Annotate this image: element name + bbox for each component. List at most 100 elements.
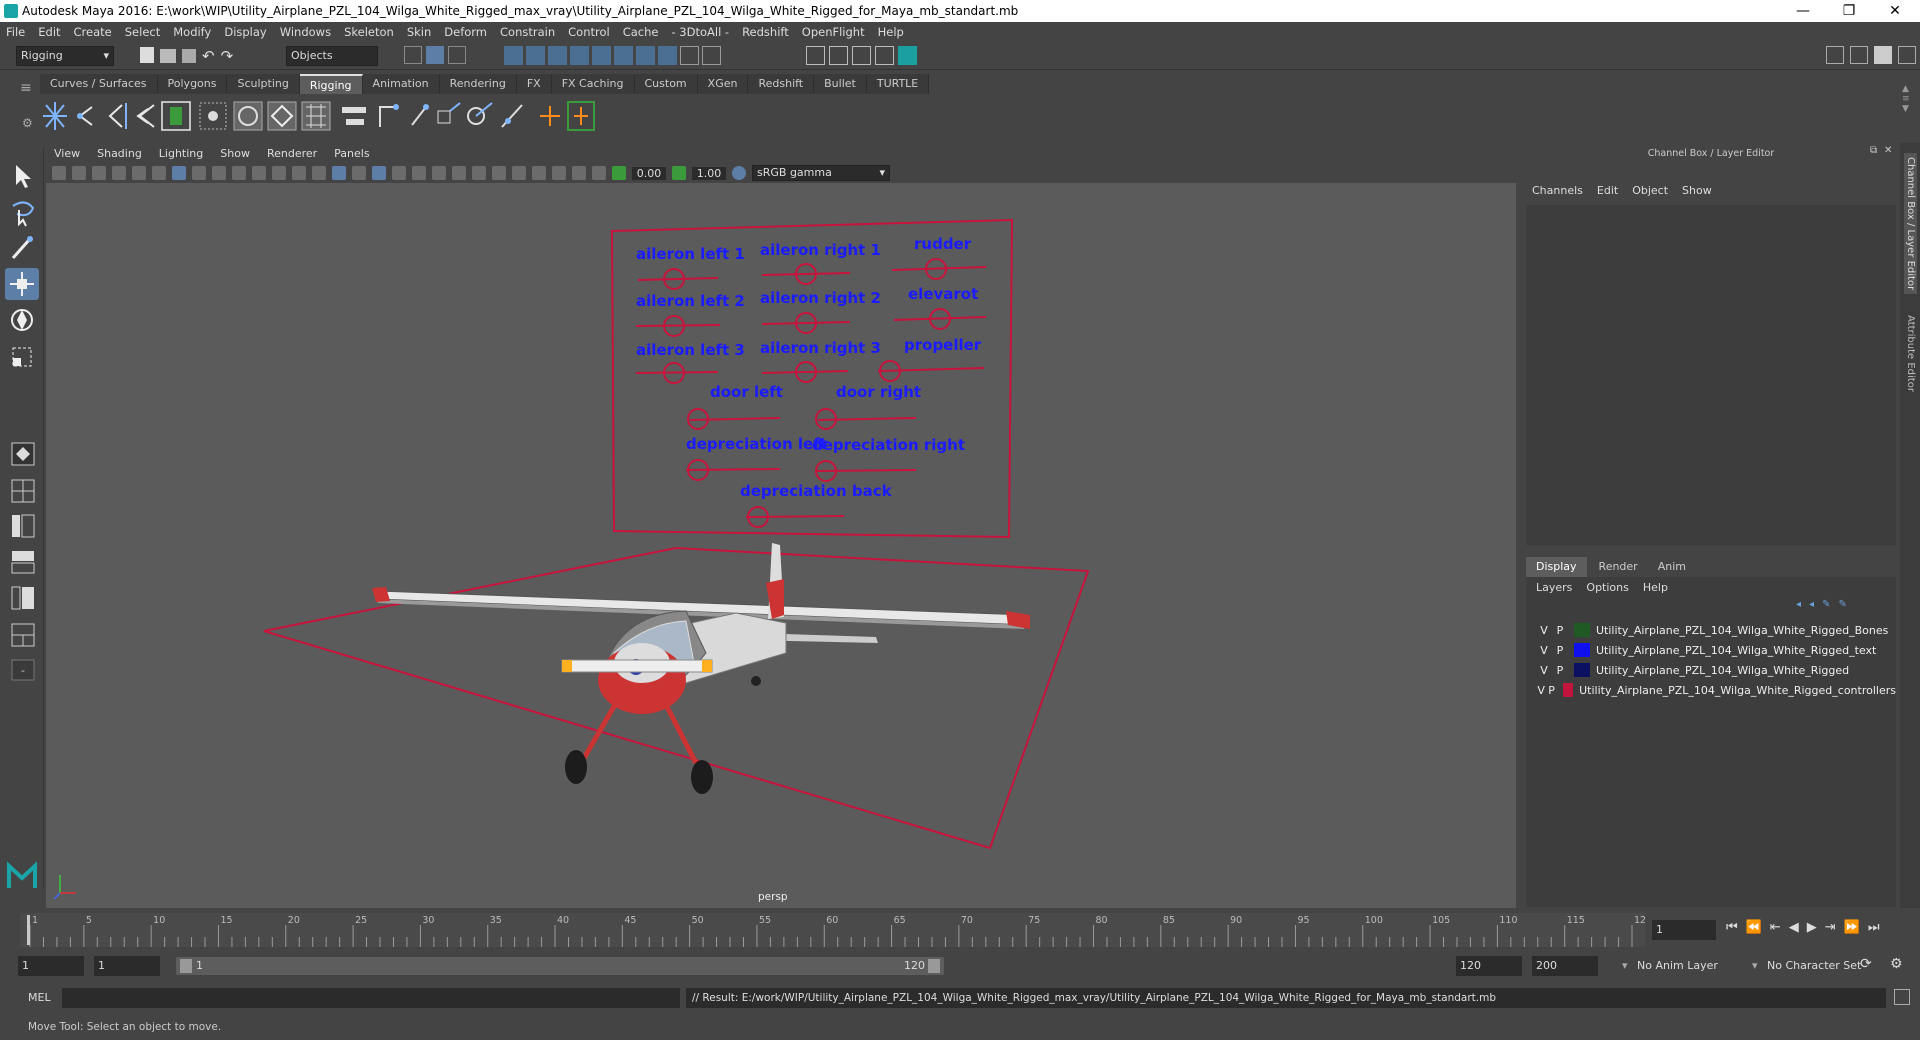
menu-constrain[interactable]: Constrain bbox=[500, 25, 555, 39]
current-frame-field[interactable]: 1 bbox=[1652, 920, 1716, 940]
snap-grid-icon[interactable] bbox=[504, 46, 523, 65]
ipr-render-icon[interactable] bbox=[829, 46, 848, 65]
anti-aliasing-icon[interactable] bbox=[492, 166, 506, 180]
gamma-icon[interactable] bbox=[672, 166, 686, 180]
layer-visibility-toggle[interactable]: V bbox=[1536, 644, 1552, 657]
command-input[interactable] bbox=[62, 988, 680, 1008]
door-left-control[interactable]: door left bbox=[687, 383, 783, 430]
new-layer-from-selected-icon[interactable]: ✎ bbox=[1838, 599, 1846, 610]
snap-live-icon[interactable] bbox=[592, 46, 611, 65]
bind-skin-icon[interactable] bbox=[233, 101, 263, 131]
motion-blur-icon[interactable] bbox=[472, 166, 486, 180]
minimize-button[interactable]: — bbox=[1780, 0, 1826, 22]
layer-visibility-toggle[interactable]: V bbox=[1536, 684, 1546, 697]
shelf-tab-xgen[interactable]: XGen bbox=[697, 74, 749, 94]
rotate-tool[interactable] bbox=[5, 304, 39, 336]
xray-joints-icon[interactable] bbox=[592, 166, 606, 180]
construction-history-icon[interactable] bbox=[658, 46, 677, 65]
viewport-menu-lighting[interactable]: Lighting bbox=[159, 147, 203, 160]
channel-menu-object[interactable]: Object bbox=[1632, 184, 1668, 197]
menu-skeleton[interactable]: Skeleton bbox=[344, 25, 394, 39]
orient-constraint-icon[interactable] bbox=[411, 104, 429, 126]
menu-3dtoall[interactable]: - 3DtoAll - bbox=[671, 25, 729, 39]
shelf-options-icon[interactable]: ⚙ bbox=[22, 116, 33, 130]
save-scene-icon[interactable] bbox=[182, 49, 196, 63]
layer-playback-toggle[interactable]: P bbox=[1552, 624, 1568, 637]
orient-joint-icon[interactable] bbox=[136, 104, 155, 128]
lattice-icon[interactable] bbox=[301, 101, 331, 131]
anim-layer-dropdown[interactable]: ▾ No Anim Layer bbox=[1622, 956, 1746, 976]
select-camera-icon[interactable] bbox=[52, 166, 66, 180]
field-chart-icon[interactable] bbox=[252, 166, 266, 180]
layer-row[interactable]: V P Utility_Airplane_PZL_104_Wilga_White… bbox=[1536, 661, 1896, 679]
wireframe-icon[interactable] bbox=[312, 166, 326, 180]
menu-deform[interactable]: Deform bbox=[444, 25, 487, 39]
bookmark-icon[interactable] bbox=[92, 166, 106, 180]
depreciation-back-control[interactable]: depreciation back bbox=[740, 482, 893, 528]
channel-menu-channels[interactable]: Channels bbox=[1532, 184, 1583, 197]
depreciation-right-control[interactable]: depreciation right bbox=[812, 436, 965, 482]
open-scene-icon[interactable] bbox=[160, 49, 176, 63]
layer-playback-toggle[interactable]: P bbox=[1552, 644, 1568, 657]
channel-menu-show[interactable]: Show bbox=[1682, 184, 1712, 197]
shelf-tab-redshift[interactable]: Redshift bbox=[748, 74, 815, 94]
float-panel-icon[interactable]: ⧉ bbox=[1870, 145, 1877, 156]
smooth-shade-icon[interactable] bbox=[332, 166, 346, 180]
use-all-lights-icon[interactable] bbox=[412, 166, 426, 180]
redo-icon[interactable]: ↷ bbox=[221, 47, 234, 65]
playback-start-field[interactable]: 1 bbox=[94, 956, 160, 976]
step-back-frame-icon[interactable]: ⇤ bbox=[1770, 920, 1781, 935]
layer-name[interactable]: Utility_Airplane_PZL_104_Wilga_White_Rig… bbox=[1596, 644, 1876, 657]
shelf-tab-curves-surfaces[interactable]: Curves / Surfaces bbox=[40, 74, 158, 94]
layer-row[interactable]: V P Utility_Airplane_PZL_104_Wilga_White… bbox=[1536, 621, 1896, 639]
select-component-icon[interactable] bbox=[448, 46, 466, 64]
resolution-gate-icon[interactable] bbox=[212, 166, 226, 180]
go-to-start-icon[interactable]: ⏮ bbox=[1726, 920, 1738, 935]
side-tab-channel-box[interactable]: Channel Box / Layer Editor bbox=[1904, 153, 1917, 295]
menu-skin[interactable]: Skin bbox=[407, 25, 431, 39]
mirror-joint-icon[interactable] bbox=[108, 103, 127, 129]
image-plane-icon[interactable] bbox=[112, 166, 126, 180]
cluster-icon[interactable] bbox=[567, 101, 595, 131]
gamma-value[interactable]: 1.00 bbox=[692, 166, 726, 180]
range-end-handle[interactable] bbox=[928, 959, 940, 973]
elevator-control[interactable]: elevarot bbox=[893, 285, 987, 330]
shelf-scroll-arrows[interactable]: ▲ ≡ ▼ bbox=[1902, 84, 1910, 114]
controls-board[interactable]: aileron left 1 aileron right 1 rudder ai… bbox=[610, 218, 1014, 539]
animation-end-field[interactable]: 200 bbox=[1532, 956, 1598, 976]
viewport-menu-shading[interactable]: Shading bbox=[97, 147, 142, 160]
render-frame-icon[interactable] bbox=[806, 46, 825, 65]
aileron-right-2-control[interactable]: aileron right 2 bbox=[760, 289, 881, 334]
two-d-pan-zoom-icon[interactable] bbox=[132, 166, 146, 180]
viewport-menu-view[interactable]: View bbox=[54, 147, 80, 160]
menu-help[interactable]: Help bbox=[878, 25, 904, 39]
range-start-handle[interactable] bbox=[180, 959, 192, 973]
xray-icon[interactable] bbox=[552, 166, 566, 180]
insert-joint-icon[interactable] bbox=[77, 106, 93, 126]
go-to-end-icon[interactable]: ⏭ bbox=[1868, 920, 1880, 935]
menu-create[interactable]: Create bbox=[74, 25, 112, 39]
layer-color-swatch[interactable] bbox=[1574, 623, 1590, 637]
current-time-indicator[interactable] bbox=[27, 915, 30, 945]
shelf-tab-sculpting[interactable]: Sculpting bbox=[227, 74, 300, 94]
create-joints-icon[interactable] bbox=[43, 102, 67, 130]
tool-settings-toggle-icon[interactable] bbox=[1874, 46, 1892, 64]
door-right-control[interactable]: door right bbox=[815, 383, 921, 430]
scale-constraint-icon[interactable] bbox=[437, 102, 461, 124]
film-gate-icon[interactable] bbox=[192, 166, 206, 180]
colorspace-dropdown[interactable]: sRGB gamma ▾ bbox=[752, 165, 890, 181]
close-panel-icon[interactable]: ✕ bbox=[1884, 145, 1892, 156]
menu-cache[interactable]: Cache bbox=[623, 25, 659, 39]
textured-icon[interactable] bbox=[392, 166, 406, 180]
animation-start-field[interactable]: 1 bbox=[18, 956, 84, 976]
new-scene-icon[interactable] bbox=[140, 47, 154, 63]
isolate-select-icon[interactable] bbox=[532, 166, 546, 180]
shelf-tab-polygons[interactable]: Polygons bbox=[157, 74, 228, 94]
aileron-right-1-control[interactable]: aileron right 1 bbox=[760, 241, 881, 285]
color-management-icon[interactable] bbox=[732, 166, 746, 180]
channel-menu-edit[interactable]: Edit bbox=[1597, 184, 1618, 197]
viewport-menu-renderer[interactable]: Renderer bbox=[267, 147, 317, 160]
auto-key-icon[interactable]: ⟳ bbox=[1860, 956, 1872, 972]
play-backwards-icon[interactable]: ◀ bbox=[1789, 920, 1799, 935]
playback-end-field[interactable]: 120 bbox=[1456, 956, 1522, 976]
